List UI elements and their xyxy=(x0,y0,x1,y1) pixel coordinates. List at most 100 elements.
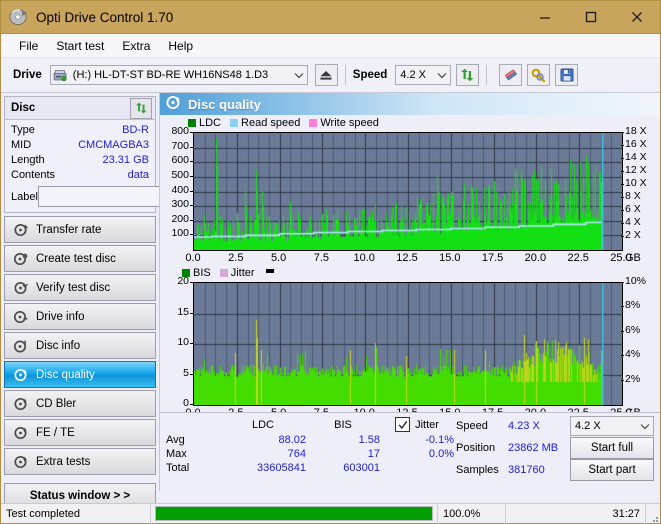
disc-row-type-value: BD-R xyxy=(122,124,149,136)
y-tick xyxy=(190,132,193,133)
legend-swatch-write-speed xyxy=(309,119,318,127)
y-tick xyxy=(190,205,193,206)
sidebar-item-create-test-disc[interactable]: Create test disc xyxy=(4,245,156,272)
drive-select[interactable]: (H:) HL-DT-ST BD-RE WH16NS48 1.D3 xyxy=(49,65,308,85)
y-tick xyxy=(190,234,193,235)
legend-item-read-speed: Read speed xyxy=(230,117,300,129)
close-icon[interactable] xyxy=(614,1,660,33)
legend-label-bis: BIS xyxy=(193,267,211,279)
sidebar-item-extra-tests[interactable]: Extra tests xyxy=(4,448,156,475)
y-tick-label-right: 4 X xyxy=(625,216,641,228)
stats-avg-ldc: 88.02 xyxy=(278,434,306,446)
y-tick xyxy=(190,161,193,162)
refresh-button[interactable] xyxy=(456,64,480,86)
y-tick-label-right: 10% xyxy=(625,275,647,287)
y-tick-label: 20 xyxy=(177,275,189,287)
y-tick-label-right: 14 X xyxy=(625,151,647,163)
sidebar-item-drive-info[interactable]: Drive info xyxy=(4,303,156,330)
disc-row-length-value: 23.31 GB xyxy=(102,154,149,166)
menu-item-file[interactable]: File xyxy=(10,37,47,55)
speed-select[interactable]: 4.2 X xyxy=(395,65,452,85)
x-tick-label: 2.5 xyxy=(228,252,244,264)
disc-row-mid-key: MID xyxy=(11,139,32,151)
title-bar: Opti Drive Control 1.70 xyxy=(1,1,660,34)
y-tick-label-right: 6 X xyxy=(625,203,641,215)
disc-extra-icon xyxy=(11,455,31,469)
sidebar-item-label: Verify test disc xyxy=(36,281,111,294)
disc-row-mid-value: CMCMAGBA3 xyxy=(78,139,149,151)
tools-button[interactable] xyxy=(527,64,551,86)
content-header: Disc quality xyxy=(160,93,660,115)
top-chart: 100 200 300 400 500 600 700 800 2 X4 X6 X8 X 10 … xyxy=(160,125,660,265)
sidebar-item-fe-te[interactable]: FE / TE xyxy=(4,419,156,446)
sidebar: Disc Type BD-R MID CMCMAGBA3 Length 23.3… xyxy=(1,93,241,508)
disc-row-length-key: Length xyxy=(11,154,45,166)
jitter-checkbox[interactable] xyxy=(395,417,411,432)
position-row: Position 23862 MB Start full xyxy=(456,437,656,459)
erase-button[interactable] xyxy=(499,64,523,86)
stats-table: LDC BIS Jitter Avg 88.02 1.58 -0.1% Max … xyxy=(166,416,454,475)
y-tick-label-right: 2 X xyxy=(625,229,641,241)
y-tick-right xyxy=(621,236,624,237)
start-part-button[interactable]: Start part xyxy=(570,459,654,481)
toolbar: Drive (H:) HL-DT-ST BD-RE WH16NS48 1.D3 xyxy=(1,58,660,93)
sidebar-item-label: Create test disc xyxy=(36,252,116,265)
progress-percent: 100.0% xyxy=(438,503,506,524)
legend-item-jitter: Jitter xyxy=(219,267,255,279)
y-tick-label-right: 10 X xyxy=(625,177,647,189)
y-tick-right xyxy=(621,282,624,283)
stats-corner xyxy=(166,416,220,433)
sidebar-item-label: Disc info xyxy=(36,339,81,352)
app-icon xyxy=(9,7,29,27)
eject-button[interactable] xyxy=(314,64,338,86)
y-tick-label-right: 2% xyxy=(625,372,641,385)
disc-burn-icon xyxy=(11,252,31,266)
disc-panel-title: Disc xyxy=(11,102,36,114)
speed-select-bottom[interactable]: 4.2 X xyxy=(570,416,654,436)
sidebar-item-verify-test-disc[interactable]: Verify test disc xyxy=(4,274,156,301)
sidebar-nav: Transfer rate Create test disc Verify te… xyxy=(4,216,156,475)
maximize-icon[interactable] xyxy=(568,1,614,33)
disc-refresh-button[interactable] xyxy=(130,97,152,119)
sidebar-item-disc-info[interactable]: Disc info xyxy=(4,332,156,359)
disc-row-mid: MID CMCMAGBA3 xyxy=(11,138,149,153)
speed-select-bottom-value: 4.2 X xyxy=(575,420,601,432)
chevron-down-icon[interactable] xyxy=(637,423,653,430)
y-tick-label: 15 xyxy=(177,305,189,318)
x-tick-label: 5.0 xyxy=(270,252,287,264)
y-tick-right xyxy=(621,171,624,172)
sidebar-item-label: FE / TE xyxy=(36,426,75,439)
y-tick xyxy=(190,220,193,221)
sidebar-item-label: Drive info xyxy=(36,310,85,323)
menu-item-start-test[interactable]: Start test xyxy=(47,37,113,55)
top-chart-legend: LDC Read speed Write speed xyxy=(160,115,660,130)
x-tick-label: 0.0 xyxy=(185,252,201,264)
y-tick-right xyxy=(621,331,624,332)
y-tick-right xyxy=(621,132,624,133)
start-full-button[interactable]: Start full xyxy=(570,437,654,459)
tools-icon xyxy=(531,68,545,82)
samples-row: Samples 381760 Start part xyxy=(456,459,656,481)
menu-item-help[interactable]: Help xyxy=(159,37,202,55)
chevron-down-icon[interactable] xyxy=(434,72,450,79)
menu-item-extra[interactable]: Extra xyxy=(113,37,159,55)
sidebar-item-cd-bler[interactable]: CD Bler xyxy=(4,390,156,417)
minimize-icon[interactable] xyxy=(522,1,568,33)
stats-row-avg: Avg 88.02 1.58 -0.1% xyxy=(166,433,454,447)
y-tick-label-right: 16 X xyxy=(625,138,647,150)
sidebar-item-transfer-rate[interactable]: Transfer rate xyxy=(4,216,156,243)
sidebar-item-disc-quality[interactable]: Disc quality xyxy=(4,361,156,388)
save-button[interactable] xyxy=(555,64,579,86)
disc-panel-header: Disc xyxy=(5,97,155,120)
legend-swatch-read-speed xyxy=(230,119,239,127)
stats-max-ldc: 764 xyxy=(287,448,306,460)
legend-label-jitter: Jitter xyxy=(230,267,255,279)
y-tick-label-right: 6% xyxy=(625,323,641,336)
disc-fete-icon xyxy=(11,426,31,440)
y-tick-label: 10 xyxy=(177,336,189,348)
disc-row-contents-value: data xyxy=(127,169,149,181)
y-tick xyxy=(190,176,193,177)
disc-row-contents-key: Contents xyxy=(11,169,56,181)
resize-grip-icon[interactable] xyxy=(646,504,660,524)
chevron-down-icon[interactable] xyxy=(291,72,307,79)
